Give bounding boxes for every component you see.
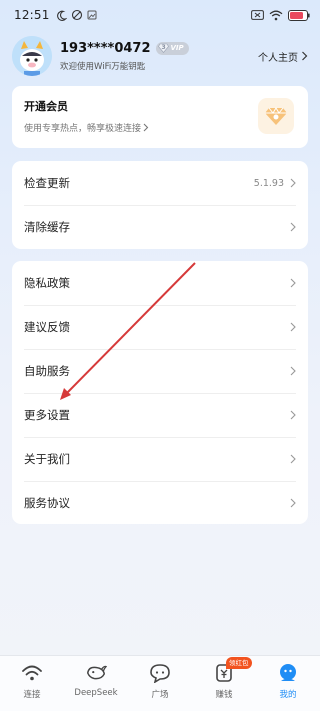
more-settings-row[interactable]: 更多设置 — [12, 393, 308, 437]
member-title: 开通会员 — [24, 100, 68, 113]
avatar[interactable] — [12, 36, 52, 76]
status-right-icons — [251, 9, 310, 21]
nav-label: 广场 — [151, 690, 169, 700]
chevron-right-icon — [290, 222, 296, 232]
nav-label: 我的 — [279, 690, 297, 700]
chat-bubble-icon — [149, 662, 171, 684]
vip-label: VIP — [170, 44, 184, 52]
update-card: 检查更新 5.1.93 清除缓存 — [12, 161, 308, 249]
data-saver-icon — [71, 9, 83, 21]
chevron-right-icon — [290, 498, 296, 508]
nav-connect[interactable]: 连接 — [0, 656, 64, 711]
row-label: 自助服务 — [24, 364, 70, 378]
row-label: 关于我们 — [24, 452, 70, 466]
battery-icon — [288, 9, 310, 21]
homepage-link[interactable]: 个人主页 — [258, 49, 308, 64]
chevron-right-icon — [290, 410, 296, 420]
welcome-text: 欢迎使用WiFi万能钥匙 — [60, 61, 146, 72]
chevron-right-icon — [290, 178, 296, 188]
nav-square[interactable]: 广场 — [128, 656, 192, 711]
row-label: 更多设置 — [24, 408, 70, 422]
version-value: 5.1.93 — [253, 177, 284, 189]
moon-icon — [56, 10, 67, 21]
bottom-nav: 连接 DeepSeek 广场 领红包 赚钱 我的 — [0, 655, 320, 711]
chevron-right-icon — [290, 322, 296, 332]
member-card[interactable]: 开通会员 使用专享热点，畅享极速连接 — [12, 86, 308, 148]
row-label: 检查更新 — [24, 176, 70, 190]
about-us-row[interactable]: 关于我们 — [12, 437, 308, 481]
nav-label: DeepSeek — [74, 688, 118, 698]
privacy-policy-row[interactable]: 隐私政策 — [12, 261, 308, 305]
profile-header[interactable]: 193****0472 3 VIP 欢迎使用WiFi万能钥匙 个人主页 — [12, 34, 308, 78]
wifi-icon — [269, 10, 283, 21]
vip-level: 3 — [161, 44, 166, 51]
clear-cache-row[interactable]: 清除缓存 — [12, 205, 308, 249]
row-label: 建议反馈 — [24, 320, 70, 334]
member-diamond-icon — [258, 98, 294, 134]
chevron-right-icon — [290, 366, 296, 376]
nav-earn[interactable]: 领红包 赚钱 — [192, 656, 256, 711]
nav-label: 赚钱 — [215, 690, 233, 700]
row-label: 清除缓存 — [24, 220, 70, 234]
phone-row: 193****0472 3 VIP — [60, 41, 189, 56]
feedback-row[interactable]: 建议反馈 — [12, 305, 308, 349]
status-left-icons — [56, 9, 97, 21]
chevron-right-icon — [290, 454, 296, 464]
chevron-right-icon — [143, 123, 149, 132]
settings-menu-card: 隐私政策 建议反馈 自助服务 更多设置 关于我们 服务协议 — [12, 261, 308, 524]
status-bar: 12:51 — [0, 0, 320, 30]
red-packet-badge[interactable]: 领红包 — [226, 657, 252, 669]
member-subtitle-row: 使用专享热点，畅享极速连接 — [24, 121, 296, 134]
battery-saver-icon — [251, 10, 264, 20]
homepage-label: 个人主页 — [258, 52, 298, 64]
image-notification-icon — [87, 10, 97, 20]
nav-deepseek[interactable]: DeepSeek — [64, 656, 128, 711]
chevron-right-icon — [290, 278, 296, 288]
wifi-icon — [21, 662, 43, 684]
phone-number: 193****0472 — [60, 40, 151, 56]
chevron-right-icon — [302, 51, 308, 61]
self-service-row[interactable]: 自助服务 — [12, 349, 308, 393]
check-update-row[interactable]: 检查更新 5.1.93 — [12, 161, 308, 205]
profile-icon — [277, 662, 299, 684]
status-time: 12:51 — [14, 8, 50, 22]
row-label: 隐私政策 — [24, 276, 70, 290]
service-agreement-row[interactable]: 服务协议 — [12, 481, 308, 525]
nav-mine[interactable]: 我的 — [256, 656, 320, 711]
profile-text: 193****0472 3 VIP 欢迎使用WiFi万能钥匙 — [60, 41, 189, 72]
member-subtitle: 使用专享热点，畅享极速连接 — [24, 124, 142, 134]
row-label: 服务协议 — [24, 496, 70, 510]
nav-label: 连接 — [23, 690, 41, 700]
whale-icon — [85, 662, 107, 684]
vip-badge[interactable]: 3 VIP — [155, 41, 189, 55]
